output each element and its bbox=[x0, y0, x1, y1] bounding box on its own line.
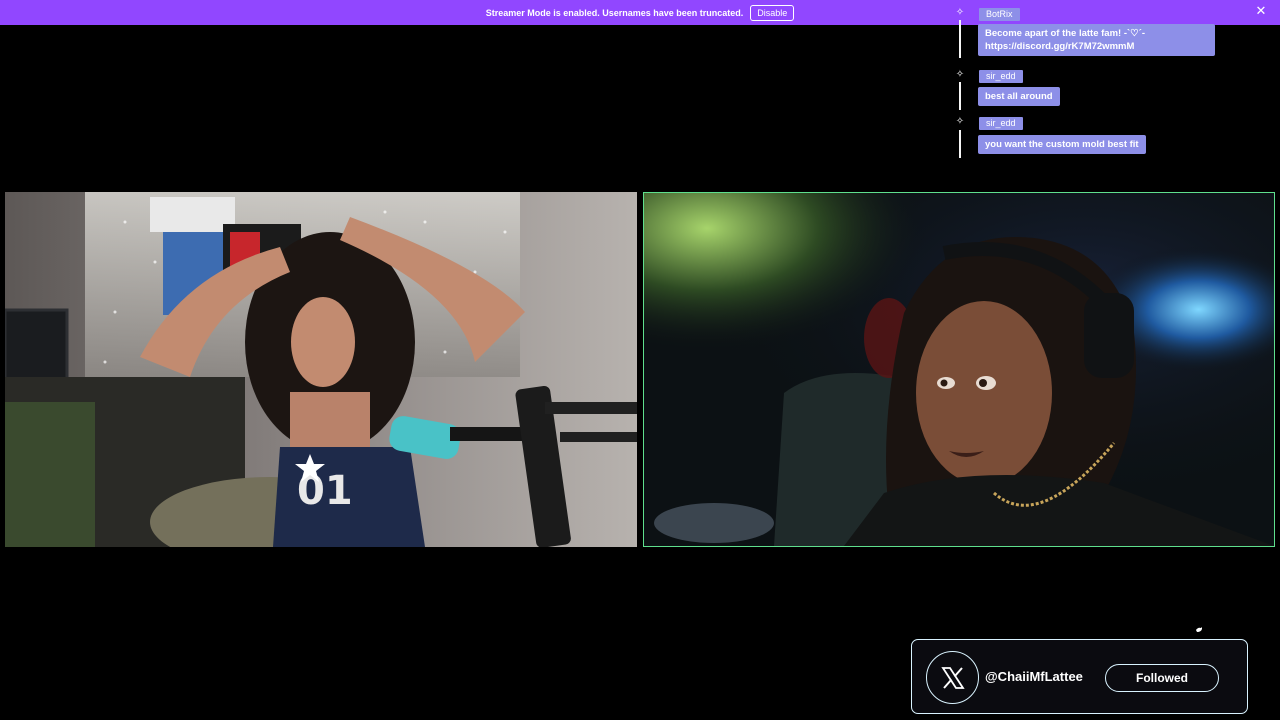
social-handle: @ChaiiMfLattee bbox=[985, 669, 1083, 684]
chat-message-text: best all around bbox=[985, 91, 1053, 102]
right-webcam-feed bbox=[643, 192, 1275, 547]
sparkle-icon: ✧ bbox=[955, 7, 965, 18]
disable-button[interactable]: Disable bbox=[750, 4, 795, 21]
chat-username: sir_edd bbox=[979, 70, 1023, 83]
chat-overlay: ✧ BotRix Become apart of the latte fam! … bbox=[950, 6, 1230, 158]
chat-message: you want the custom mold best fit bbox=[978, 135, 1146, 154]
x-logo-icon bbox=[926, 651, 979, 704]
stream-canvas: Streamer Mode is enabled. Usernames have… bbox=[0, 0, 1280, 720]
right-webcam-scene bbox=[644, 193, 1274, 546]
close-icon[interactable]: ✕ bbox=[1254, 5, 1268, 19]
chat-thread-line bbox=[959, 20, 961, 58]
sparkle-icon: ✧ bbox=[955, 69, 965, 80]
banner-text: Streamer Mode is enabled. Usernames have… bbox=[485, 7, 744, 18]
chat-message-link: https://discord.gg/rK7M72wmmM bbox=[985, 41, 1135, 52]
bird-icon bbox=[1196, 627, 1202, 632]
left-webcam-feed: 01 bbox=[5, 192, 637, 547]
chat-message-text: you want the custom mold best fit bbox=[985, 139, 1139, 150]
sparkle-icon: ✧ bbox=[955, 116, 965, 127]
chat-message-text: Become apart of the latte fam! -`♡´- bbox=[985, 28, 1146, 39]
chat-thread-line bbox=[959, 82, 961, 110]
left-webcam-scene: 01 bbox=[5, 192, 637, 547]
chat-message: Become apart of the latte fam! -`♡´- htt… bbox=[978, 24, 1215, 56]
chat-username: sir_edd bbox=[979, 117, 1023, 130]
social-follow-card: @ChaiiMfLattee Followed bbox=[911, 639, 1248, 714]
chat-thread-line bbox=[959, 130, 961, 158]
followed-button[interactable]: Followed bbox=[1105, 664, 1219, 692]
chat-username: BotRix bbox=[979, 8, 1020, 21]
chat-message: best all around bbox=[978, 87, 1060, 106]
